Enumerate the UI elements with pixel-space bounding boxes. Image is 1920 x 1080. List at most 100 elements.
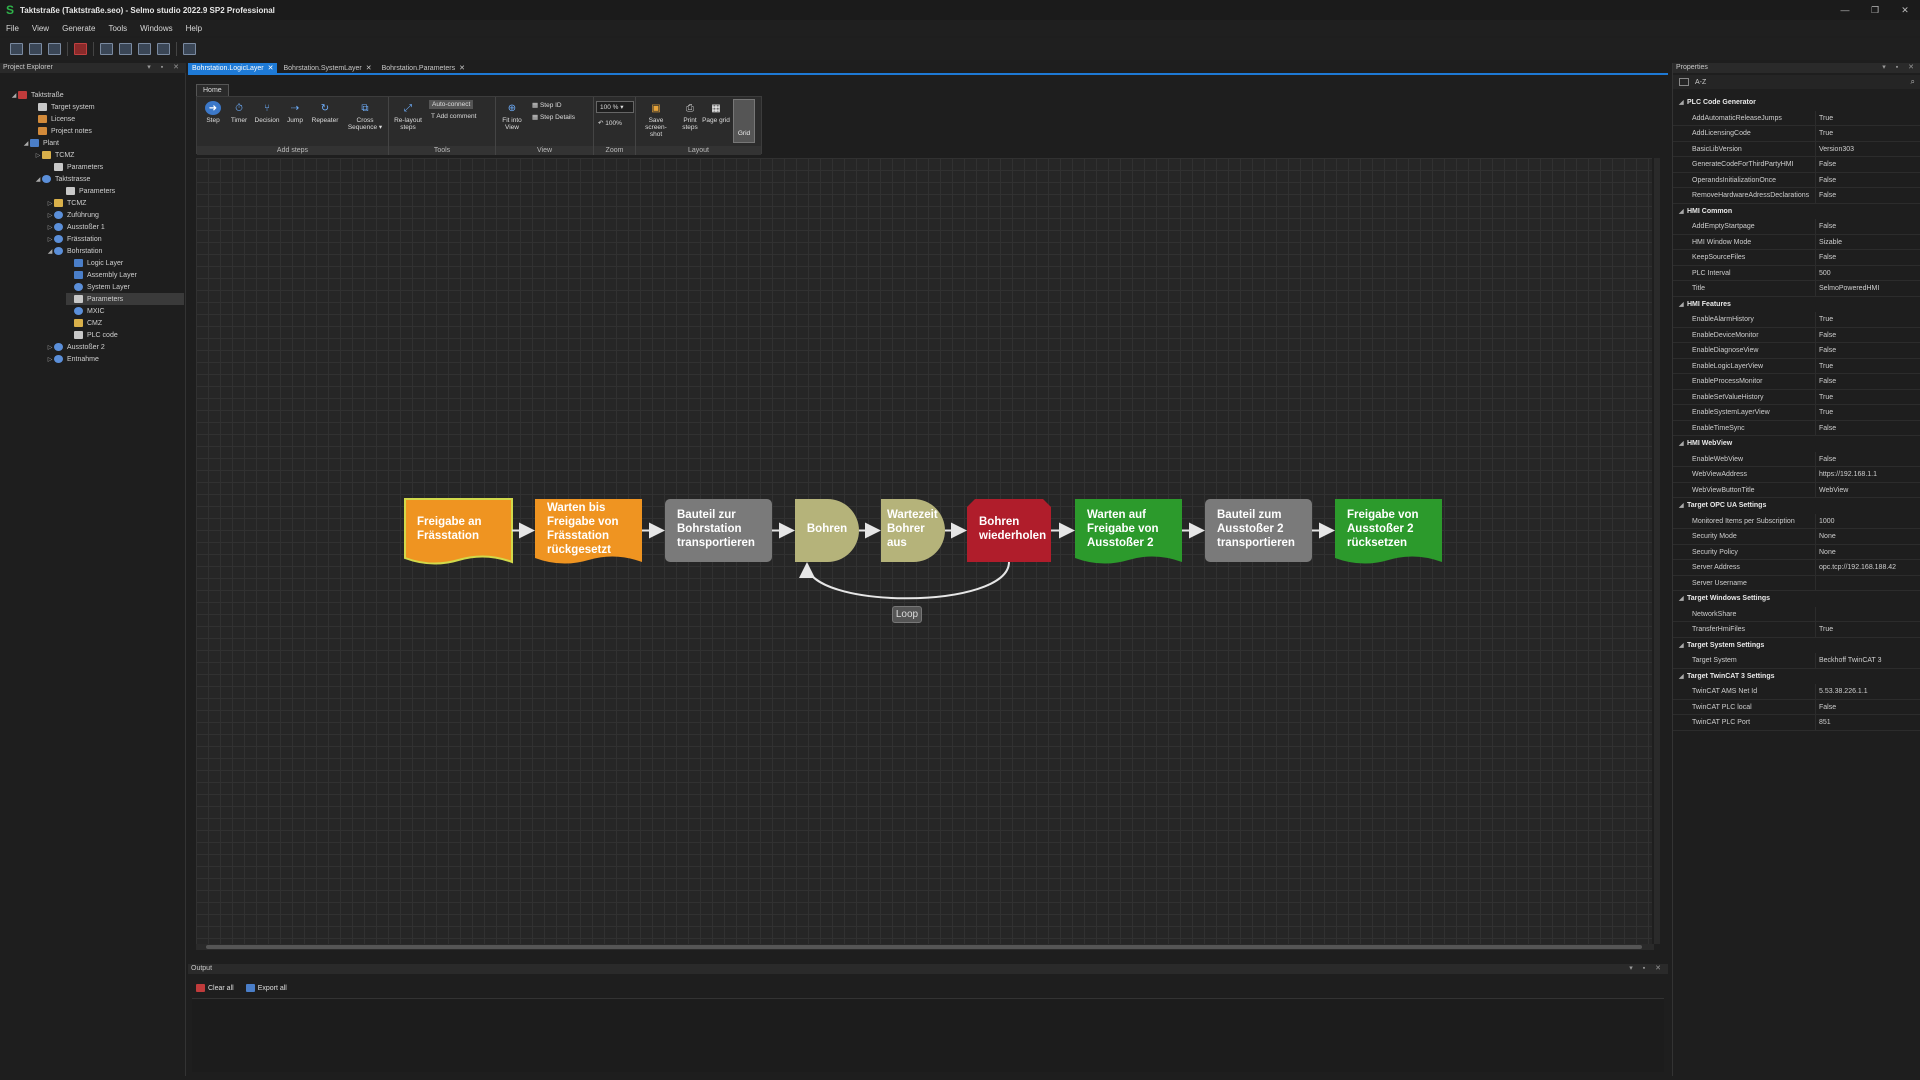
- property-value[interactable]: 5.53.38.226.1.1: [1819, 684, 1917, 699]
- collapse-arrow-icon[interactable]: ◢: [1679, 592, 1687, 607]
- tree-item[interactable]: MXIC: [66, 305, 105, 317]
- property-row[interactable]: GenerateCodeForThirdPartyHMI False: [1673, 157, 1920, 173]
- property-row[interactable]: EnableWebView False: [1673, 451, 1920, 467]
- tree-item[interactable]: Logic Layer: [66, 257, 123, 269]
- property-category[interactable]: ◢ PLC Code Generator: [1673, 95, 1920, 111]
- add-step-button[interactable]: ➜ Step: [199, 101, 227, 124]
- tree-item[interactable]: ▷ Ausstoßer 1: [46, 221, 105, 233]
- property-row[interactable]: Server Address opc.tcp://192.168.188.42: [1673, 560, 1920, 576]
- property-value[interactable]: SelmoPoweredHMI: [1819, 281, 1917, 296]
- tree-item[interactable]: ◢ Taktstrasse: [34, 173, 90, 185]
- property-value[interactable]: True: [1819, 622, 1917, 637]
- property-row[interactable]: Security Mode None: [1673, 529, 1920, 545]
- add-decision-button[interactable]: ⑂ Decision: [253, 101, 281, 124]
- property-row[interactable]: WebViewButtonTitle WebView: [1673, 482, 1920, 498]
- property-row[interactable]: EnableLogicLayerView True: [1673, 358, 1920, 374]
- property-value[interactable]: False: [1819, 421, 1917, 436]
- export-all-button[interactable]: Export all: [258, 985, 287, 992]
- property-value[interactable]: False: [1819, 452, 1917, 467]
- property-value[interactable]: WebView: [1819, 483, 1917, 498]
- close-tab-icon[interactable]: ✕: [268, 65, 274, 72]
- logic-layer-canvas[interactable]: Freigabe an Frässtation Warten bis Freiga…: [196, 158, 1652, 944]
- property-row[interactable]: TwinCAT AMS Net Id 5.53.38.226.1.1: [1673, 684, 1920, 700]
- tree-item[interactable]: CMZ: [66, 317, 102, 329]
- tab-bohrstation-systemlayer[interactable]: Bohrstation.SystemLayer ✕: [279, 63, 375, 73]
- close-tab-icon[interactable]: ✕: [459, 65, 465, 72]
- tree-item[interactable]: Parameters: [46, 161, 103, 173]
- property-value[interactable]: False: [1819, 328, 1917, 343]
- property-value[interactable]: https://192.168.1.1: [1819, 467, 1917, 482]
- add-comment-button[interactable]: T Add comment: [431, 113, 476, 120]
- property-value[interactable]: False: [1819, 343, 1917, 358]
- search-icon[interactable]: ⌕: [1911, 77, 1915, 87]
- loop-label[interactable]: Loop: [892, 606, 922, 623]
- tree-item[interactable]: ▷ Zuführung: [46, 209, 99, 221]
- cross-sequence-button[interactable]: ⧉ Cross Sequence ▾: [347, 101, 383, 131]
- tree-item[interactable]: ▷ TCMZ: [34, 149, 74, 161]
- property-value[interactable]: False: [1819, 173, 1917, 188]
- auto-connect-button[interactable]: Auto-connect: [429, 100, 474, 109]
- property-row[interactable]: BasicLibVersion Version303: [1673, 141, 1920, 157]
- panel-controls[interactable]: ▾ ▪ ✕: [1882, 63, 1918, 73]
- collapse-arrow-icon[interactable]: ◢: [1679, 670, 1687, 685]
- close-tab-icon[interactable]: ✕: [366, 65, 372, 72]
- property-row[interactable]: RemoveHardwareAdressDeclarations False: [1673, 188, 1920, 204]
- property-row[interactable]: Target System Beckhoff TwinCAT 3: [1673, 653, 1920, 669]
- property-category[interactable]: ◢ Target OPC UA Settings: [1673, 498, 1920, 514]
- expand-arrow-icon[interactable]: ▷: [46, 236, 54, 243]
- expand-arrow-icon[interactable]: ▷: [46, 200, 54, 207]
- property-row[interactable]: EnableSystemLayerView True: [1673, 405, 1920, 421]
- fit-into-view-button[interactable]: ⊕ Fit into View: [498, 101, 526, 131]
- scroll-thumb[interactable]: [206, 945, 1642, 949]
- collapse-arrow-icon[interactable]: ◢: [1679, 639, 1687, 654]
- property-row[interactable]: OperandsInitializationOnce False: [1673, 172, 1920, 188]
- tree-item[interactable]: Parameters: [58, 185, 115, 197]
- collapse-arrow-icon[interactable]: ◢: [1679, 437, 1687, 452]
- menu-generate[interactable]: Generate: [62, 24, 95, 33]
- tab-bohrstation-parameters[interactable]: Bohrstation.Parameters ✕: [378, 63, 469, 73]
- menu-tools[interactable]: Tools: [108, 24, 127, 33]
- save-screenshot-button[interactable]: ▣ Save screen-shot: [640, 101, 672, 138]
- open-project-icon[interactable]: [29, 43, 42, 55]
- expand-arrow-icon[interactable]: ▷: [34, 152, 42, 159]
- expand-arrow-icon[interactable]: ▷: [46, 356, 54, 363]
- property-row[interactable]: PLC Interval 500: [1673, 265, 1920, 281]
- property-value[interactable]: Sizable: [1819, 235, 1917, 250]
- grid-toggle-button[interactable]: Grid: [733, 99, 755, 143]
- tree-item[interactable]: ◢ Bohrstation: [46, 245, 102, 257]
- property-value[interactable]: None: [1819, 545, 1917, 560]
- property-row[interactable]: Security Policy None: [1673, 544, 1920, 560]
- property-value[interactable]: False: [1819, 219, 1917, 234]
- expand-arrow-icon[interactable]: ◢: [10, 92, 18, 99]
- tree-item[interactable]: Target system: [30, 101, 95, 113]
- property-row[interactable]: NetworkShare: [1673, 606, 1920, 622]
- zoom-reset-button[interactable]: ↶ 100%: [598, 119, 622, 127]
- expand-arrow-icon[interactable]: ▷: [46, 224, 54, 231]
- add-timer-button[interactable]: ⏱ Timer: [225, 101, 253, 124]
- expand-arrow-icon[interactable]: ▷: [46, 212, 54, 219]
- property-row[interactable]: EnableAlarmHistory True: [1673, 312, 1920, 328]
- categorized-icon[interactable]: [1679, 78, 1689, 86]
- property-row[interactable]: Title SelmoPoweredHMI: [1673, 281, 1920, 297]
- property-value[interactable]: True: [1819, 111, 1917, 126]
- minimize-button[interactable]: —: [1830, 0, 1860, 20]
- property-value[interactable]: None: [1819, 529, 1917, 544]
- ribbon-tab-home[interactable]: Home: [196, 84, 229, 96]
- property-value[interactable]: opc.tcp://192.168.188.42: [1819, 560, 1917, 575]
- property-row[interactable]: AddAutomaticReleaseJumps True: [1673, 110, 1920, 126]
- property-row[interactable]: EnableSetValueHistory True: [1673, 389, 1920, 405]
- menu-file[interactable]: File: [6, 24, 19, 33]
- property-row[interactable]: AddEmptyStartpage False: [1673, 219, 1920, 235]
- property-value[interactable]: Beckhoff TwinCAT 3: [1819, 653, 1917, 668]
- expand-arrow-icon[interactable]: ◢: [22, 140, 30, 147]
- property-row[interactable]: KeepSourceFiles False: [1673, 250, 1920, 266]
- property-row[interactable]: EnableDeviceMonitor False: [1673, 327, 1920, 343]
- property-row[interactable]: WebViewAddress https://192.168.1.1: [1673, 467, 1920, 483]
- property-value[interactable]: True: [1819, 390, 1917, 405]
- add-repeater-button[interactable]: ↻ Repeater: [311, 101, 339, 124]
- property-value[interactable]: True: [1819, 359, 1917, 374]
- property-row[interactable]: TwinCAT PLC local False: [1673, 699, 1920, 715]
- simulation-icon[interactable]: [157, 43, 170, 55]
- property-category[interactable]: ◢ HMI Common: [1673, 204, 1920, 220]
- property-row[interactable]: EnableProcessMonitor False: [1673, 374, 1920, 390]
